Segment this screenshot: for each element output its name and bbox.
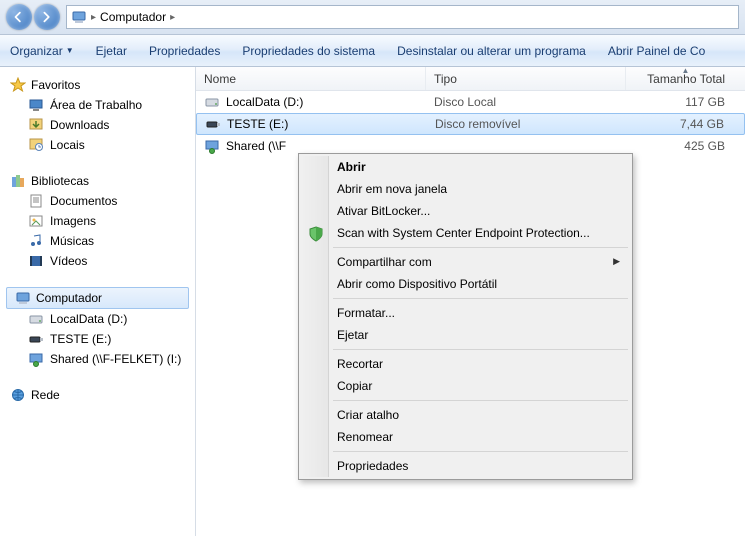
chevron-down-icon: ▼ [66,46,74,55]
toolbar: Organizar ▼ Ejetar Propriedades Propried… [0,35,745,67]
shield-icon [307,225,325,243]
row-size: 117 GB [626,95,745,109]
netdrive-icon [28,351,44,367]
sidebar-item-videos[interactable]: Vídeos [6,251,195,271]
menu-item[interactable]: Copiar [301,375,630,397]
document-icon [28,193,44,209]
toolbar-uninstall[interactable]: Desinstalar ou alterar um programa [397,44,586,58]
music-icon [28,233,44,249]
breadcrumb-label[interactable]: Computador [100,10,166,24]
sidebar-item-recent[interactable]: Locais [6,135,195,155]
nav-buttons [6,4,60,30]
sidebar-item-music[interactable]: Músicas [6,231,195,251]
video-icon [28,253,44,269]
toolbar-controlpanel[interactable]: Abrir Painel de Co [608,44,705,58]
chevron-right-icon: ▸ [91,12,96,23]
menu-separator [333,400,628,401]
context-menu: AbrirAbrir em nova janelaAtivar BitLocke… [298,153,633,480]
sidebar-libraries[interactable]: Bibliotecas [6,171,195,191]
hdd-icon [28,311,44,327]
menu-separator [333,247,628,248]
row-size: 7,44 GB [627,117,744,131]
menu-item[interactable]: Abrir como Dispositivo Portátil [301,273,630,295]
usb-icon [28,331,44,347]
menu-item[interactable]: Recortar [301,353,630,375]
menu-item[interactable]: Criar atalho [301,404,630,426]
menu-item[interactable]: Renomear [301,426,630,448]
sidebar-computer[interactable]: Computador [6,287,189,309]
menu-separator [333,349,628,350]
col-name[interactable]: Nome [196,67,426,90]
navbar: ▸ Computador ▸ [0,0,745,35]
row-size: 425 GB [626,139,745,153]
sidebar-item-images[interactable]: Imagens [6,211,195,231]
row-name: LocalData (D:) [226,95,303,109]
sidebar-item-shared[interactable]: Shared (\\F-FELKET) (I:) [6,349,195,369]
toolbar-organize[interactable]: Organizar ▼ [10,44,74,58]
menu-item[interactable]: Ejetar [301,324,630,346]
computer-icon [71,9,87,25]
sidebar-network[interactable]: Rede [6,385,195,405]
drive-icon [204,94,220,110]
libraries-icon [10,173,26,189]
menu-item[interactable]: Compartilhar com [301,251,630,273]
menu-separator [333,451,628,452]
sidebar-item-downloads[interactable]: Downloads [6,115,195,135]
desktop-icon [28,97,44,113]
sidebar-item-localdata[interactable]: LocalData (D:) [6,309,195,329]
sidebar: Favoritos Área de Trabalho Downloads Loc… [0,67,196,536]
network-icon [10,387,26,403]
sidebar-item-documents[interactable]: Documentos [6,191,195,211]
computer-icon [15,290,31,306]
menu-item[interactable]: Abrir [301,156,630,178]
menu-separator [333,298,628,299]
menu-item[interactable]: Propriedades [301,455,630,477]
forward-button[interactable] [34,4,60,30]
menu-item[interactable]: Formatar... [301,302,630,324]
row-type: Disco Local [426,95,626,109]
download-icon [28,117,44,133]
drive-icon [204,138,220,154]
menu-item[interactable]: Abrir em nova janela [301,178,630,200]
chevron-right-icon: ▸ [170,12,175,23]
toolbar-sysprops[interactable]: Propriedades do sistema [242,44,375,58]
sidebar-item-desktop[interactable]: Área de Trabalho [6,95,195,115]
star-icon [10,77,26,93]
back-button[interactable] [6,4,32,30]
menu-item[interactable]: Ativar BitLocker... [301,200,630,222]
toolbar-eject[interactable]: Ejetar [96,44,127,58]
drive-icon [205,116,221,132]
sidebar-favorites[interactable]: Favoritos [6,75,195,95]
breadcrumb[interactable]: ▸ Computador ▸ [66,5,739,29]
image-icon [28,213,44,229]
row-type: Disco removível [427,117,627,131]
column-headers: Nome Tipo Tamanho Total ▲ [196,67,745,91]
menu-item[interactable]: Scan with System Center Endpoint Protect… [301,222,630,244]
recent-icon [28,137,44,153]
file-row[interactable]: LocalData (D:) Disco Local117 GB [196,91,745,113]
file-row[interactable]: TESTE (E:) Disco removível7,44 GB [196,113,745,135]
sort-indicator-icon: ▲ [411,66,745,75]
sidebar-item-teste[interactable]: TESTE (E:) [6,329,195,349]
row-name: TESTE (E:) [227,117,288,131]
toolbar-properties[interactable]: Propriedades [149,44,220,58]
row-name: Shared (\\F [226,139,286,153]
